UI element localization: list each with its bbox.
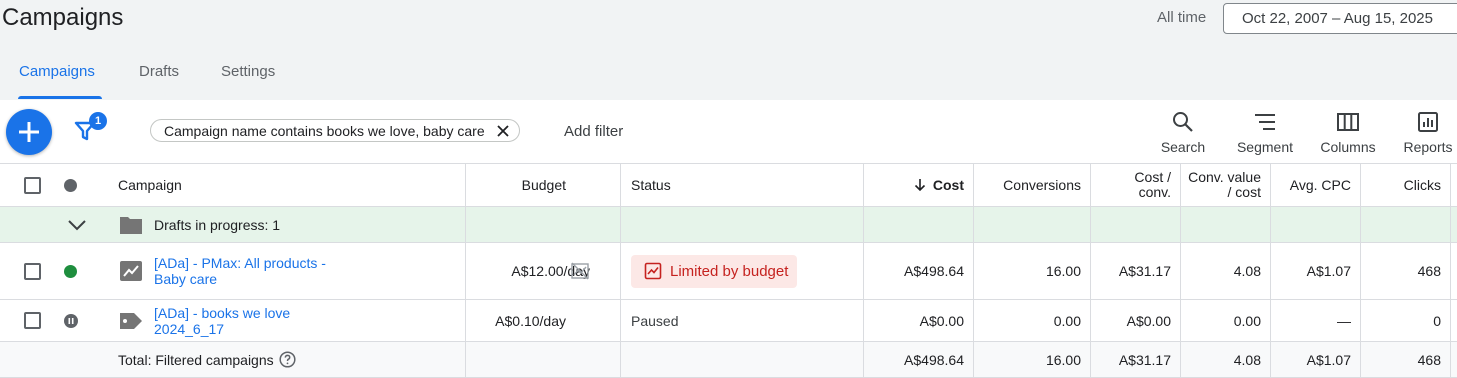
status-column-icon <box>64 179 77 192</box>
campaign-name-line-1: [ADa] - books we love <box>154 305 291 321</box>
table-header-row: Campaign Budget Status Cost Conversions … <box>0 164 1457 207</box>
tab-campaigns[interactable]: Campaigns <box>19 63 95 80</box>
date-range-label: All time <box>1157 9 1207 26</box>
page-title: Campaigns <box>2 4 124 31</box>
chart-icon <box>120 261 142 281</box>
cost-cell: A$0.00 <box>864 300 974 341</box>
drafts-label: Drafts in progress: 1 <box>154 217 281 233</box>
cost-cell: A$498.64 <box>864 243 974 299</box>
column-header-conversions[interactable]: Conversions <box>974 164 1091 206</box>
campaign-name-link[interactable]: [ADa] - books we love 2024_6_17 <box>154 305 290 337</box>
column-header-avg-cpc[interactable]: Avg. CPC <box>1271 164 1361 206</box>
columns-tool-button[interactable]: Columns <box>1310 110 1386 155</box>
table-toolbar: 1 Campaign name contains books we love, … <box>0 100 1457 164</box>
help-icon[interactable] <box>279 351 296 368</box>
segment-tool-button[interactable]: Segment <box>1227 110 1303 155</box>
avg-cpc-cell: — <box>1271 300 1361 341</box>
total-cost-cell: A$498.64 <box>864 342 974 377</box>
header-line-2: conv. <box>1138 184 1171 200</box>
segment-icon <box>1255 114 1275 130</box>
active-tab-indicator <box>18 96 102 99</box>
columns-tool-label: Columns <box>1320 139 1376 155</box>
total-label: Total: Filtered campaigns <box>118 352 274 368</box>
total-conv-value-cost-cell: 4.08 <box>1181 342 1271 377</box>
column-header-status[interactable]: Status <box>621 164 864 206</box>
search-tool-label: Search <box>1160 139 1206 155</box>
status-text: Limited by budget <box>670 262 789 280</box>
conv-value-cost-cell: 4.08 <box>1181 243 1271 299</box>
segment-tool-label: Segment <box>1236 139 1294 155</box>
cost-per-conv-cell: A$31.17 <box>1091 243 1181 299</box>
campaign-name-link[interactable]: [ADa] - PMax: All products - Baby care <box>154 255 326 287</box>
column-header-campaign[interactable]: Campaign <box>118 177 182 193</box>
status-text: Paused <box>621 300 864 341</box>
total-avg-cpc-cell: A$1.07 <box>1271 342 1361 377</box>
search-icon <box>1173 112 1193 132</box>
filter-count-badge: 1 <box>89 112 107 130</box>
status-dot-enabled[interactable] <box>64 265 77 278</box>
filter-chip-label: Campaign name contains books we love, ba… <box>164 123 485 139</box>
conversions-cell: 16.00 <box>974 243 1091 299</box>
conv-value-cost-cell: 0.00 <box>1181 300 1271 341</box>
search-tool-button[interactable]: Search <box>1145 110 1221 155</box>
row-checkbox[interactable] <box>24 263 41 280</box>
avg-cpc-cell: A$1.07 <box>1271 243 1361 299</box>
header-line-1: Conv. value <box>1188 169 1261 185</box>
page-header: Campaigns All time Oct 22, 2007 – Aug 15… <box>0 0 1457 100</box>
column-header-cost[interactable]: Cost <box>864 164 974 206</box>
column-header-cost-per-conv[interactable]: Cost / conv. <box>1091 164 1181 206</box>
clicks-cell: 0 <box>1361 300 1451 341</box>
total-cost-per-conv-cell: A$31.17 <box>1091 342 1181 377</box>
pause-icon[interactable] <box>64 314 78 328</box>
add-campaign-button[interactable] <box>6 109 52 155</box>
column-header-conv-value-cost[interactable]: Conv. value / cost <box>1181 164 1271 206</box>
header-line-1: Cost / <box>1134 169 1171 185</box>
total-clicks-cell: 468 <box>1361 342 1451 377</box>
header-line-2: / cost <box>1227 184 1261 200</box>
chevron-down-icon[interactable] <box>67 218 87 232</box>
trending-chart-icon <box>644 262 662 280</box>
row-checkbox[interactable] <box>24 312 41 329</box>
columns-icon <box>1337 113 1359 131</box>
close-icon[interactable] <box>495 123 511 139</box>
budget-value[interactable]: A$0.10/day <box>466 300 621 341</box>
reports-tool-label: Reports <box>1403 139 1453 155</box>
arrow-down-icon <box>914 179 925 192</box>
date-range-button[interactable]: Oct 22, 2007 – Aug 15, 2025 <box>1223 3 1457 34</box>
conversions-cell: 0.00 <box>974 300 1091 341</box>
table-row: [ADa] - PMax: All products - Baby care A… <box>0 243 1457 300</box>
reports-icon <box>1418 112 1438 132</box>
column-header-clicks[interactable]: Clicks <box>1361 164 1451 206</box>
tab-drafts[interactable]: Drafts <box>139 63 179 80</box>
no-chart-icon[interactable] <box>570 261 590 281</box>
campaign-name-line-1: [ADa] - PMax: All products - <box>154 255 326 271</box>
column-header-budget[interactable]: Budget <box>466 164 621 206</box>
total-conversions-cell: 16.00 <box>974 342 1091 377</box>
tab-settings[interactable]: Settings <box>221 63 275 80</box>
plus-icon <box>19 122 39 142</box>
cost-per-conv-cell: A$0.00 <box>1091 300 1181 341</box>
tag-icon <box>120 313 142 329</box>
clicks-cell: 468 <box>1361 243 1451 299</box>
drafts-row[interactable]: Drafts in progress: 1 <box>0 207 1457 243</box>
reports-tool-button[interactable]: Reports <box>1390 110 1457 155</box>
limited-status-chip[interactable]: Limited by budget <box>631 254 798 288</box>
campaign-name-line-2: Baby care <box>154 271 218 287</box>
campaign-name-line-2: 2024_6_17 <box>154 321 225 337</box>
select-all-checkbox[interactable] <box>24 177 41 194</box>
filter-chip[interactable]: Campaign name contains books we love, ba… <box>150 119 520 142</box>
add-filter-button[interactable]: Add filter <box>564 123 623 140</box>
folder-icon <box>120 217 142 234</box>
total-row: Total: Filtered campaigns A$498.64 16.00… <box>0 342 1457 378</box>
column-header-cost-label: Cost <box>932 176 964 193</box>
table-row: [ADa] - books we love 2024_6_17 A$0.10/d… <box>0 300 1457 342</box>
